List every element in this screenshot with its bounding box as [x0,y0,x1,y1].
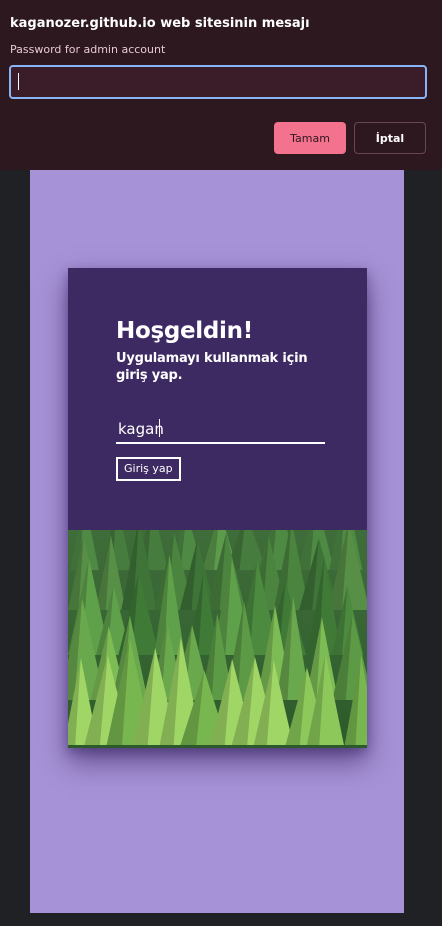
text-cursor [159,419,160,437]
dialog-message: Password for admin account [10,43,166,56]
javascript-prompt-dialog: kaganozer.github.io web sitesinin mesajı… [0,0,442,170]
ok-button[interactable]: Tamam [274,122,346,154]
login-form-area: Hoşgeldin! Uygulamayı kullanmak için gir… [68,268,367,530]
text-cursor [18,73,19,90]
password-input[interactable] [9,65,427,99]
website-page: Hoşgeldin! Uygulamayı kullanmak için gir… [30,170,404,913]
username-input[interactable] [116,416,325,444]
cancel-button[interactable]: İptal [354,122,426,154]
login-card: Hoşgeldin! Uygulamayı kullanmak için gir… [68,268,367,748]
login-button[interactable]: Giriş yap [116,457,181,481]
welcome-heading: Hoşgeldin! [116,318,253,344]
welcome-subheading: Uygulamayı kullanmak için giriş yap. [116,351,308,383]
browser-viewport: Hoşgeldin! Uygulamayı kullanmak için gir… [0,0,442,926]
dialog-title: kaganozer.github.io web sitesinin mesajı [10,16,310,31]
pine-forest-image [68,530,367,748]
